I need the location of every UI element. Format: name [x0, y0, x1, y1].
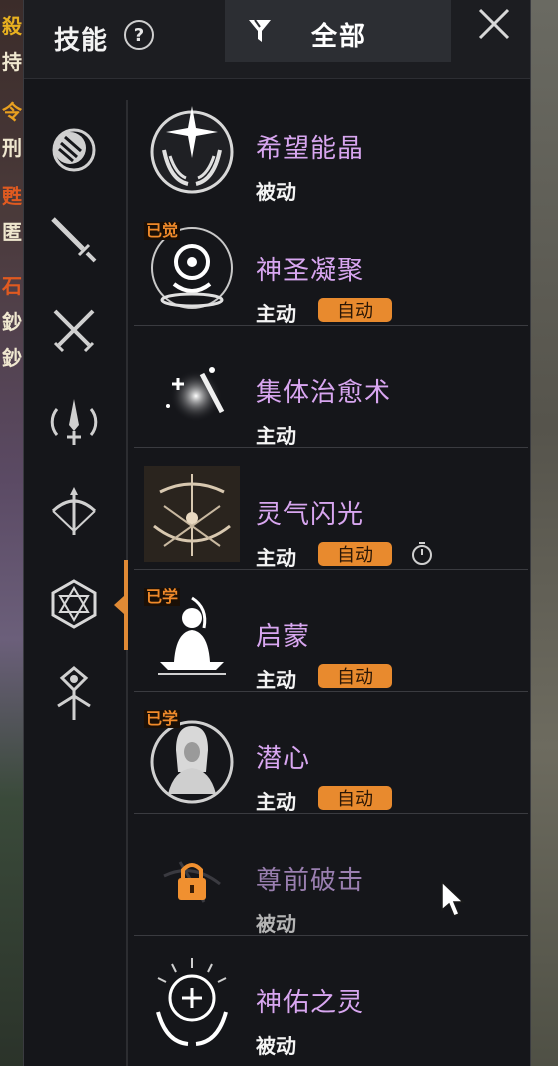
skill-name: 潜心: [256, 744, 311, 774]
crossed-swords-icon: [53, 309, 95, 353]
aura-flash-icon: [144, 466, 240, 562]
filter-dropdown[interactable]: 全部: [225, 0, 451, 62]
crystal-staff-icon: [57, 666, 91, 720]
lock-icon: [163, 861, 221, 903]
help-icon[interactable]: ?: [124, 20, 154, 50]
skill-row[interactable]: 已学 启蒙 主动 自动: [134, 570, 530, 692]
category-moon-orb[interactable]: [46, 122, 102, 178]
bg-char: 石: [2, 274, 22, 298]
skill-type: 主动: [256, 424, 296, 448]
timer-icon: [412, 542, 432, 565]
skill-row[interactable]: 尊前破击 被动: [134, 814, 530, 936]
skill-row[interactable]: 灵气闪光 主动 自动: [134, 448, 530, 570]
category-crossed-swords[interactable]: [46, 302, 102, 358]
auto-badge[interactable]: 自动: [318, 298, 392, 322]
sword-icon: [51, 217, 97, 263]
category-sidebar: [24, 80, 126, 1066]
skill-type: 被动: [256, 1034, 296, 1058]
bg-char: 令: [2, 100, 22, 124]
skill-type: 主动: [256, 302, 296, 326]
skill-name: 神圣凝聚: [256, 256, 365, 286]
category-bow[interactable]: [46, 484, 102, 540]
skill-type: 主动: [256, 546, 296, 570]
bg-char: 殺: [2, 14, 22, 38]
bg-char: 刑: [2, 136, 22, 160]
category-crystal-staff[interactable]: [46, 666, 102, 722]
filter-label: 全部: [311, 22, 368, 52]
learned-badge: 已觉: [144, 221, 181, 240]
skill-row[interactable]: 集体治愈术 主动: [134, 326, 530, 448]
learned-badge: 已学: [144, 587, 181, 606]
skill-name: 希望能晶: [256, 134, 365, 164]
close-icon[interactable]: [474, 4, 514, 44]
blessing-hands-icon: [156, 958, 228, 1046]
skill-name: 启蒙: [256, 622, 311, 652]
hexagon-star-icon: [51, 579, 97, 629]
mouse-cursor-icon: [441, 880, 465, 917]
auto-badge[interactable]: 自动: [318, 542, 392, 566]
skill-name: 灵气闪光: [256, 500, 365, 530]
bg-char: 鈔: [2, 346, 22, 370]
skill-type: 主动: [256, 668, 296, 692]
skill-row[interactable]: 已学 潜心 主动 自动: [134, 692, 530, 814]
sparkle-heal-icon: [166, 367, 225, 422]
skill-list: 希望能晶 被动 已觉 神圣凝聚 主动 自动 集体治愈术 主动 灵气闪光 主动 自…: [134, 80, 530, 1066]
auto-badge[interactable]: 自动: [318, 664, 392, 688]
active-category-indicator: [124, 560, 128, 650]
skill-type: 被动: [256, 180, 296, 204]
learned-badge: 已学: [144, 709, 181, 728]
filter-icon: [249, 19, 271, 42]
panel-header: 技能 ? 全部: [24, 0, 530, 79]
skill-row[interactable]: 希望能晶 被动: [134, 82, 530, 204]
dagger-ring-icon: [50, 399, 98, 445]
skill-name: 尊前破击: [256, 866, 365, 896]
skill-type: 主动: [256, 790, 296, 814]
category-dagger-ring[interactable]: [46, 394, 102, 450]
skill-row[interactable]: 神佑之灵 被动: [134, 936, 530, 1058]
background-right: [528, 0, 558, 1066]
bg-char: 鈔: [2, 310, 22, 334]
hands-star-icon: [150, 106, 234, 194]
moon-orb-icon: [52, 128, 96, 172]
bg-char: 甦: [2, 184, 22, 208]
category-hexagon-star[interactable]: [46, 576, 102, 632]
skill-name: 神佑之灵: [256, 988, 365, 1018]
skill-type: 被动: [256, 912, 296, 936]
auto-badge[interactable]: 自动: [318, 786, 392, 810]
category-sword[interactable]: [46, 212, 102, 268]
active-arrow-icon: [114, 596, 124, 614]
bow-icon: [51, 487, 97, 535]
skill-row[interactable]: 已觉 神圣凝聚 主动 自动: [134, 204, 530, 326]
bg-char: 持: [2, 50, 22, 74]
bg-char: 匿: [2, 220, 22, 244]
skill-name: 集体治愈术: [256, 378, 392, 408]
panel-title: 技能: [54, 26, 109, 56]
